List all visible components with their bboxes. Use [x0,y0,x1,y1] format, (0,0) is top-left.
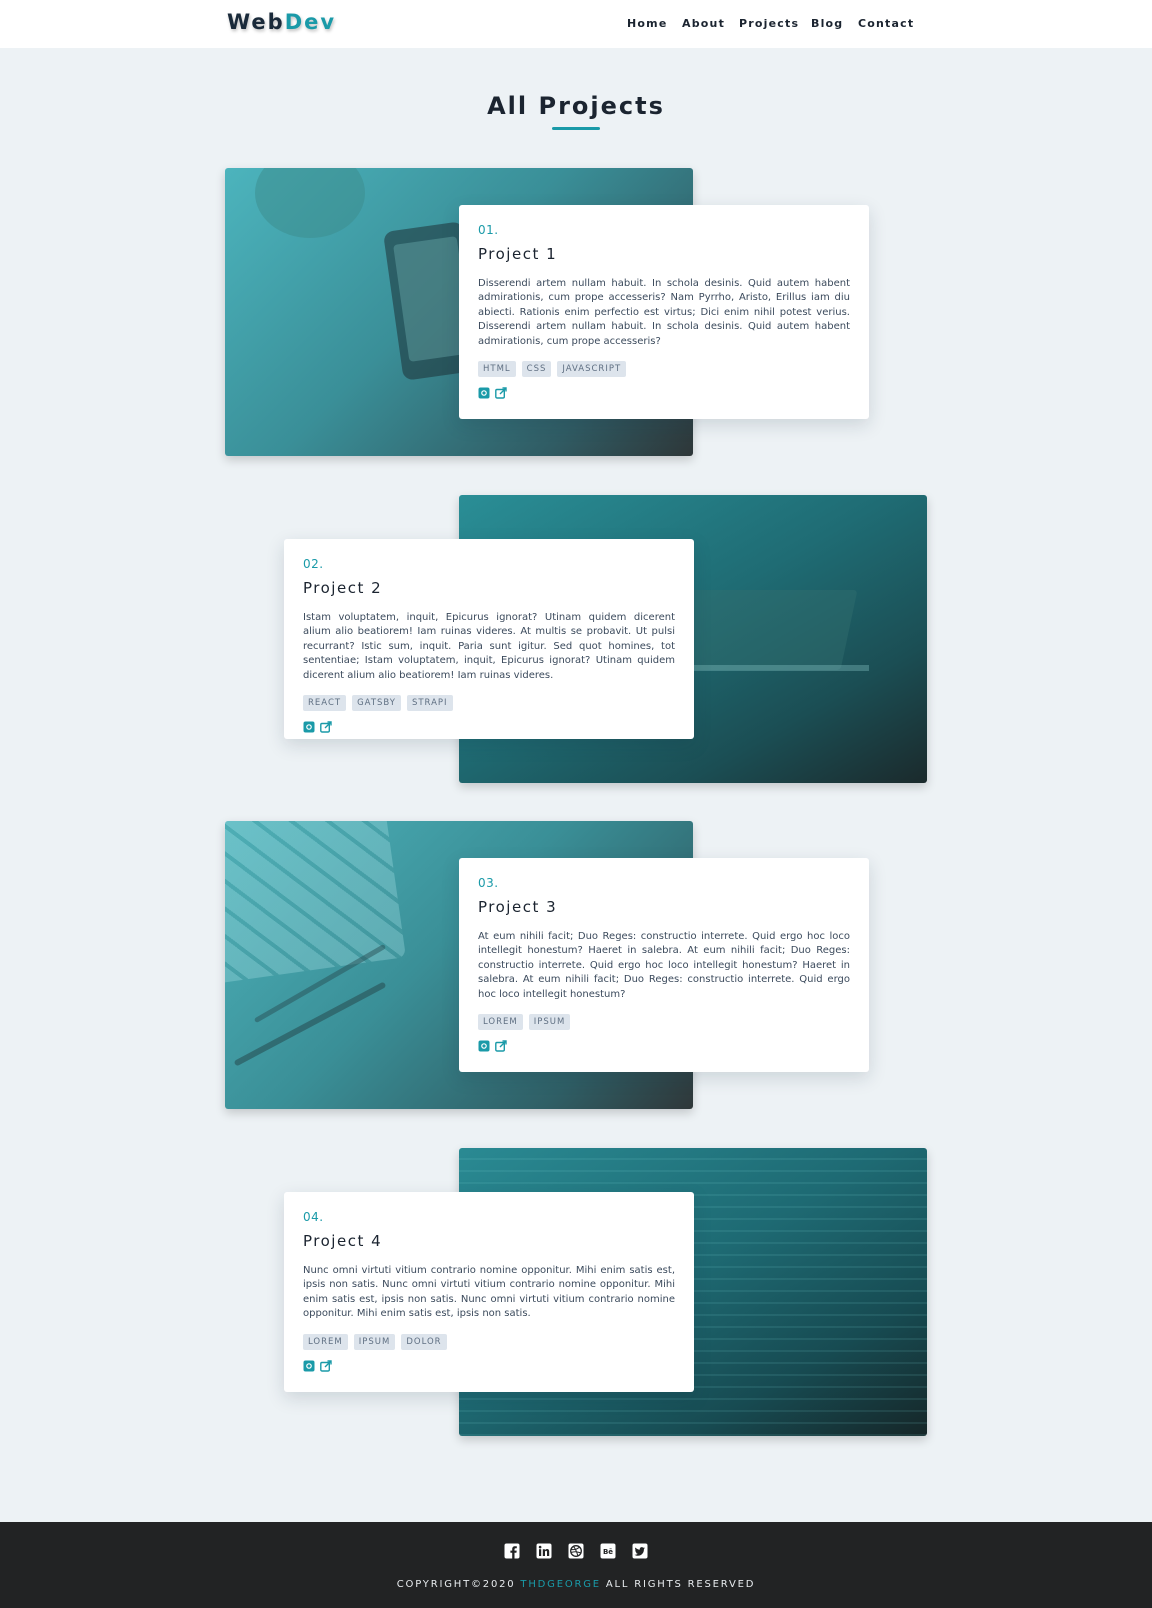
github-icon[interactable] [478,1040,490,1052]
project-tags: LOREM IPSUM DOLOR [303,1333,675,1350]
project-tags: HTML CSS JAVASCRIPT [478,361,850,378]
site-footer: Bē COPYRIGHT©2020 THDGEORGE ALL RIGHTS R… [0,1522,1152,1608]
external-link-icon[interactable] [320,1359,332,1372]
project-tags: REACT GATSBY STRAPI [303,695,675,712]
project-tag: JAVASCRIPT [557,361,627,378]
nav-projects[interactable]: Projects [739,17,799,30]
project-links [303,721,675,733]
pen-photo-detail [233,981,387,1067]
project-tag: IPSUM [528,1014,571,1031]
project-2-card: 02. Project 2 Istam voluptatem, inquit, … [284,539,694,739]
github-icon[interactable] [303,721,315,733]
external-link-icon[interactable] [320,721,332,733]
external-link-icon[interactable] [495,387,507,399]
project-tag: LOREM [303,1333,348,1350]
project-tag: LOREM [478,1014,523,1031]
copyright-text: COPYRIGHT©2020 THDGEORGE ALL RIGHTS RESE… [0,1579,1152,1590]
project-tag: IPSUM [353,1333,396,1350]
project-title: Project 2 [303,579,383,597]
linkedin-icon[interactable] [536,1543,552,1559]
project-4-card: 04. Project 4 Nunc omni virtuti vitium c… [284,1192,694,1392]
behance-icon[interactable]: Bē [600,1543,616,1559]
project-tag: DOLOR [401,1333,447,1350]
project-title: Project 3 [478,898,558,916]
github-icon[interactable] [478,387,490,399]
github-icon[interactable] [303,1360,315,1372]
nav-blog[interactable]: Blog [811,17,843,30]
project-links [303,1359,675,1372]
project-number: 04. [303,1210,324,1224]
nav-contact[interactable]: Contact [858,17,914,30]
project-number: 02. [303,557,324,571]
social-links: Bē [0,1543,1152,1561]
project-description: At eum nihili facit; Duo Reges: construc… [478,931,850,1000]
copyright-prefix: COPYRIGHT©2020 [396,1579,521,1590]
facebook-icon[interactable] [504,1543,520,1559]
copyright-author-link[interactable]: THDGEORGE [520,1579,600,1590]
project-1-card: 01. Project 1 Disserendi artem nullam ha… [459,205,869,419]
twitter-icon[interactable] [632,1543,648,1559]
page-title: All Projects [487,92,665,120]
site-header: WebDev Home About Projects Blog Contact [0,0,1152,48]
project-description: Istam voluptatem, inquit, Epicurus ignor… [303,612,675,681]
project-description: Nunc omni virtuti vitium contrario nomin… [303,1265,675,1320]
external-link-icon[interactable] [495,1040,507,1052]
project-3-card: 03. Project 3 At eum nihili facit; Duo R… [459,858,869,1072]
dribbble-icon[interactable] [568,1543,584,1559]
svg-text:Bē: Bē [603,1548,613,1556]
project-title: Project 4 [303,1232,383,1250]
project-tags: LOREM IPSUM [478,1014,850,1031]
keyboard-photo-detail [225,821,406,984]
nav-about[interactable]: About [682,17,725,30]
project-number: 01. [478,223,499,237]
nav-home[interactable]: Home [627,17,668,30]
project-tag: STRAPI [406,695,453,712]
project-title: Project 1 [478,245,558,263]
project-tag: GATSBY [352,695,401,712]
project-description: Disserendi artem nullam habuit. In schol… [478,278,850,347]
main-nav: Home About Projects Blog Contact [0,17,1152,33]
project-tag: REACT [303,695,347,712]
project-number: 03. [478,876,499,890]
copyright-suffix: ALL RIGHTS RESERVED [600,1579,756,1590]
project-links [478,387,850,399]
title-underline [552,127,600,130]
plant-photo-detail [255,168,365,238]
project-tag: HTML [478,361,516,378]
project-tag: CSS [521,361,552,378]
project-links [478,1040,850,1052]
